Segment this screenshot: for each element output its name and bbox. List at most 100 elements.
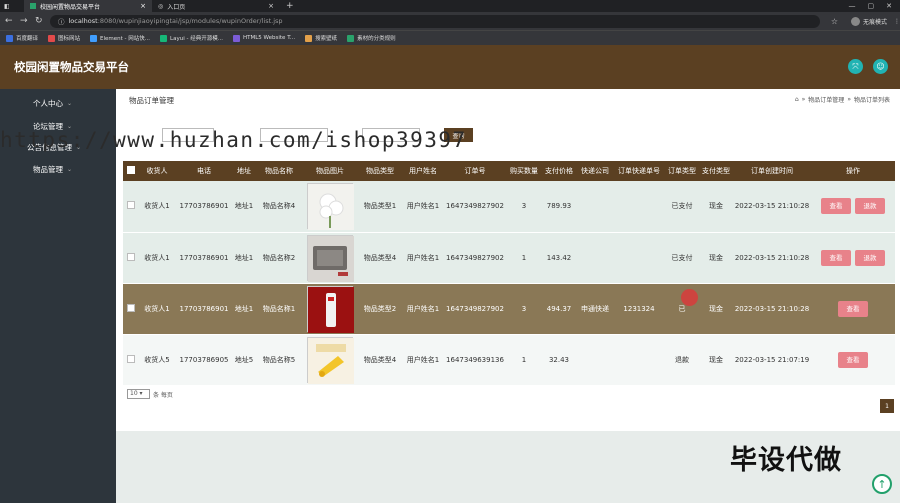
cell-pay: 现金: [699, 283, 733, 335]
sidebar-item-goods[interactable]: 物品管理 ⌄: [33, 164, 72, 175]
select-all-cell: [123, 161, 139, 181]
cell-price: 32.43: [541, 334, 577, 386]
column-header: 物品名称: [255, 161, 303, 181]
cell-qty: 3: [507, 283, 541, 335]
page-number-button[interactable]: 1: [880, 399, 894, 413]
goods-image: [307, 336, 354, 384]
column-header: 购买数量: [507, 161, 541, 181]
bookmark-item[interactable]: Layui - 经典开源模...: [160, 34, 223, 42]
page-size-select[interactable]: 10 ▾: [127, 389, 150, 399]
profile-label: 无痕模式: [862, 18, 887, 26]
bookmark-label: Element - 网站快...: [100, 36, 151, 42]
globe-icon: ◎: [158, 2, 164, 10]
fullscreen-icon[interactable]: ⤧: [848, 59, 863, 74]
cell-status: 退款: [665, 334, 699, 386]
user-icon[interactable]: ☺: [873, 59, 888, 74]
refund-button[interactable]: 退款: [855, 249, 885, 266]
browser-tab[interactable]: ◎ 入口页 ×: [152, 0, 280, 12]
table-row[interactable]: 收货人1 17703786901 地址1 物品名称4 物品类型1 用户姓名1 1647349…: [123, 181, 895, 233]
cell-name: 物品名称1: [255, 283, 303, 335]
row-select-cell: [123, 283, 139, 335]
cell-name: 物品名称4: [255, 181, 303, 233]
column-header: 用户姓名: [403, 161, 443, 181]
view-button[interactable]: 查看: [838, 300, 868, 317]
reload-icon[interactable]: ↻: [35, 16, 43, 26]
browser-tab-active[interactable]: 校园闲置物品交易平台 ×: [24, 0, 152, 12]
cell-type: 物品类型2: [357, 283, 403, 335]
row-select-cell: [123, 181, 139, 233]
refund-button[interactable]: 退款: [855, 198, 885, 215]
column-header: 物品类型: [357, 161, 403, 181]
view-button[interactable]: 查看: [821, 198, 851, 215]
cell-status: 已支付: [665, 181, 699, 233]
row-checkbox[interactable]: [127, 303, 135, 312]
table-row[interactable]: 收货人1 17703786901 地址1 物品名称2 物品类型4 用户姓名1 1647349…: [123, 232, 895, 284]
bookmark-item[interactable]: HTML5 Website T...: [232, 34, 295, 42]
column-header: 订单创建时间: [733, 161, 811, 181]
cell-qty: 1: [507, 334, 541, 386]
cell-receiver: 收货人5: [139, 334, 175, 386]
view-button[interactable]: 查看: [821, 249, 851, 266]
cell-phone: 17703786901: [175, 181, 233, 233]
column-header: 订单号: [443, 161, 507, 181]
breadcrumb-item[interactable]: 物品订单管理: [808, 95, 844, 104]
bookmark-label: 素材的分类规则: [357, 36, 396, 42]
back-to-top-icon[interactable]: ↑: [872, 474, 892, 494]
view-button[interactable]: 查看: [838, 351, 868, 368]
forward-icon[interactable]: →: [20, 16, 28, 26]
cell-price: 789.93: [541, 181, 577, 233]
row-checkbox[interactable]: [127, 252, 135, 261]
table-header-row: 收货人 电话 地址 物品名称 物品图片 物品类型 用户姓名 订单号 购买数量 支付价格 快递公司 订单…: [123, 161, 895, 181]
app-header: 校园闲置物品交易平台 ⤧ ☺: [0, 45, 900, 89]
home-icon[interactable]: ⌂: [795, 96, 799, 103]
cell-type: 物品类型4: [357, 334, 403, 386]
url-path: :8080/wupinjiaoyipingtai/jsp/modules/wup…: [97, 17, 283, 25]
cell-qty: 3: [507, 181, 541, 233]
cell-address: 地址5: [233, 334, 255, 386]
bookmark-item[interactable]: 搜索壁纸: [305, 34, 337, 42]
column-header: 订单快递单号: [613, 161, 665, 181]
cell-order: 1647349827902: [443, 181, 507, 233]
breadcrumb-item: 物品订单列表: [853, 97, 890, 104]
tab-title: 校园闲置物品交易平台: [40, 3, 101, 11]
column-header: 电话: [175, 161, 233, 181]
incognito-profile[interactable]: 无痕模式 ⋮: [850, 16, 900, 26]
cell-pay: 现金: [699, 181, 733, 233]
cell-user: 用户姓名1: [403, 283, 443, 335]
cell-tracking: [613, 181, 665, 233]
cell-time: 2022-03-15 21:07:19: [733, 334, 811, 386]
table-row[interactable]: 收货人1 17703786901 地址1 物品名称1 物品类型2 用户姓名1 1647349…: [123, 283, 895, 335]
bookmark-item[interactable]: 素材的分类规则: [347, 34, 396, 42]
app-title: 校园闲置物品交易平台: [14, 60, 129, 74]
browser-nav-icon[interactable]: ◧: [0, 0, 24, 12]
bookmark-item[interactable]: 图标网站: [48, 34, 80, 42]
favicon-icon: [30, 3, 36, 9]
select-all-checkbox[interactable]: [127, 166, 135, 174]
maximize-icon[interactable]: ▢: [868, 2, 875, 10]
cell-name: 物品名称2: [255, 232, 303, 284]
cell-price: 143.42: [541, 232, 577, 284]
new-tab-button[interactable]: +: [280, 1, 300, 11]
close-tab-icon[interactable]: ×: [140, 2, 146, 10]
cell-address: 地址1: [233, 232, 255, 284]
back-icon[interactable]: ←: [5, 16, 13, 26]
minimize-icon[interactable]: —: [849, 2, 856, 10]
cell-time: 2022-03-15 21:10:28: [733, 283, 811, 335]
table-row[interactable]: 收货人5 17703786905 地址5 物品名称5 物品类型4 用户姓名1 1647349…: [123, 334, 895, 386]
cell-tracking: [613, 232, 665, 284]
cell-courier: [577, 232, 613, 284]
bookmark-item[interactable]: Element - 网站快...: [90, 34, 150, 42]
cell-receiver: 收货人1: [139, 283, 175, 335]
row-checkbox[interactable]: [127, 201, 135, 210]
bookmark-item[interactable]: 百度翻译: [6, 34, 38, 42]
url-input[interactable]: ⓘ localhost:8080/wupinjiaoyipingtai/jsp/…: [50, 14, 820, 28]
cell-order: 1647349827902: [443, 232, 507, 284]
close-tab-icon[interactable]: ×: [268, 2, 274, 10]
bookmark-label: 搜索壁纸: [315, 36, 338, 42]
menu-dots-icon[interactable]: ⋮: [894, 18, 900, 25]
bookmark-star-icon[interactable]: ☆: [831, 17, 838, 26]
sidebar-item-personal-center[interactable]: 个人中心 ⌄: [33, 98, 72, 109]
close-window-icon[interactable]: ✕: [886, 2, 892, 10]
goods-image-cell: [303, 334, 357, 386]
row-checkbox[interactable]: [127, 354, 135, 363]
